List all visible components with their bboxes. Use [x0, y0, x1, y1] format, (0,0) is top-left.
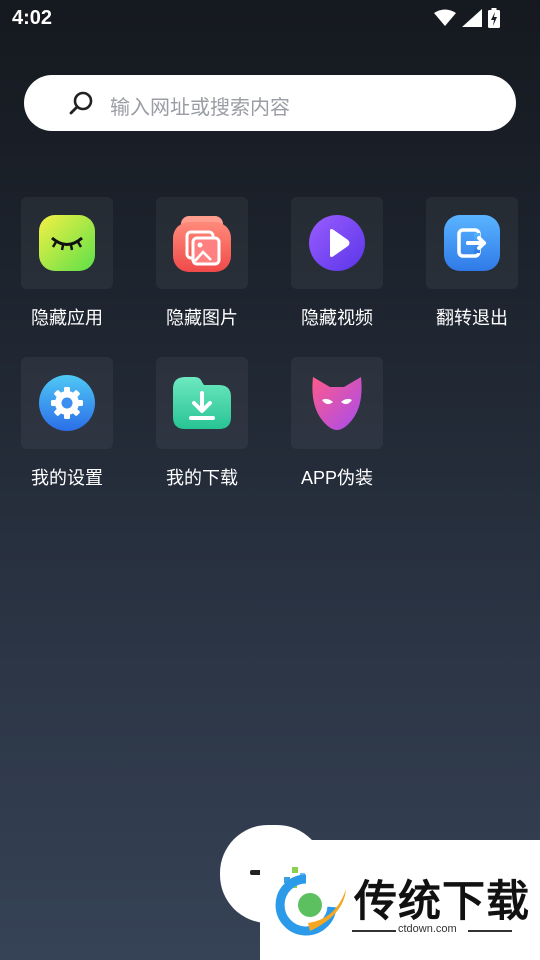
status-time: 4:02	[12, 7, 53, 29]
exit-icon	[444, 215, 500, 271]
app-label: 翻转退出	[436, 308, 508, 328]
gear-icon	[39, 375, 95, 431]
search-icon	[69, 91, 93, 115]
closed-eye-icon	[39, 215, 95, 271]
app-label: 隐藏图片	[166, 308, 238, 328]
divider	[468, 930, 512, 932]
app-hide-apps[interactable]: 隐藏应用	[7, 197, 127, 330]
watermark-url: ctdown.com	[398, 923, 457, 935]
mask-icon	[312, 377, 362, 430]
app-label: 隐藏视频	[301, 308, 373, 328]
app-label: APP伪装	[300, 468, 374, 488]
status-icons	[434, 8, 500, 28]
app-flip-exit[interactable]: 翻转退出	[412, 197, 532, 330]
app-hide-videos[interactable]: 隐藏视频	[277, 197, 397, 330]
app-tile[interactable]	[21, 357, 113, 449]
cell-signal-icon	[462, 9, 482, 27]
app-label: 隐藏应用	[31, 308, 103, 328]
ctdown-logo-icon	[275, 867, 346, 936]
app-tile[interactable]	[291, 197, 383, 289]
watermark: 传统下载 ctdown.com	[260, 840, 540, 960]
search-input[interactable]: 输入网址或搜索内容	[110, 91, 290, 120]
app-my-settings[interactable]: 我的设置	[7, 357, 127, 490]
app-label: 我的下载	[166, 468, 238, 488]
play-icon	[309, 215, 365, 271]
app-tile[interactable]	[156, 357, 248, 449]
app-tile[interactable]	[156, 197, 248, 289]
app-disguise[interactable]: APP伪装	[277, 357, 397, 490]
app-my-downloads[interactable]: 我的下载	[142, 357, 262, 490]
wifi-icon	[434, 9, 456, 26]
app-tile[interactable]	[291, 357, 383, 449]
app-tile[interactable]	[21, 197, 113, 289]
gallery-icon	[173, 216, 231, 272]
app-hide-images[interactable]: 隐藏图片	[142, 197, 262, 330]
app-label: 我的设置	[31, 468, 103, 488]
download-folder-icon	[173, 377, 231, 429]
app-tile[interactable]	[426, 197, 518, 289]
divider	[352, 930, 396, 932]
watermark-brand: 传统下载	[354, 878, 530, 926]
search-bar[interactable]: 输入网址或搜索内容	[24, 75, 516, 131]
battery-charging-icon	[488, 8, 500, 28]
status-bar: 4:02	[0, 0, 540, 36]
